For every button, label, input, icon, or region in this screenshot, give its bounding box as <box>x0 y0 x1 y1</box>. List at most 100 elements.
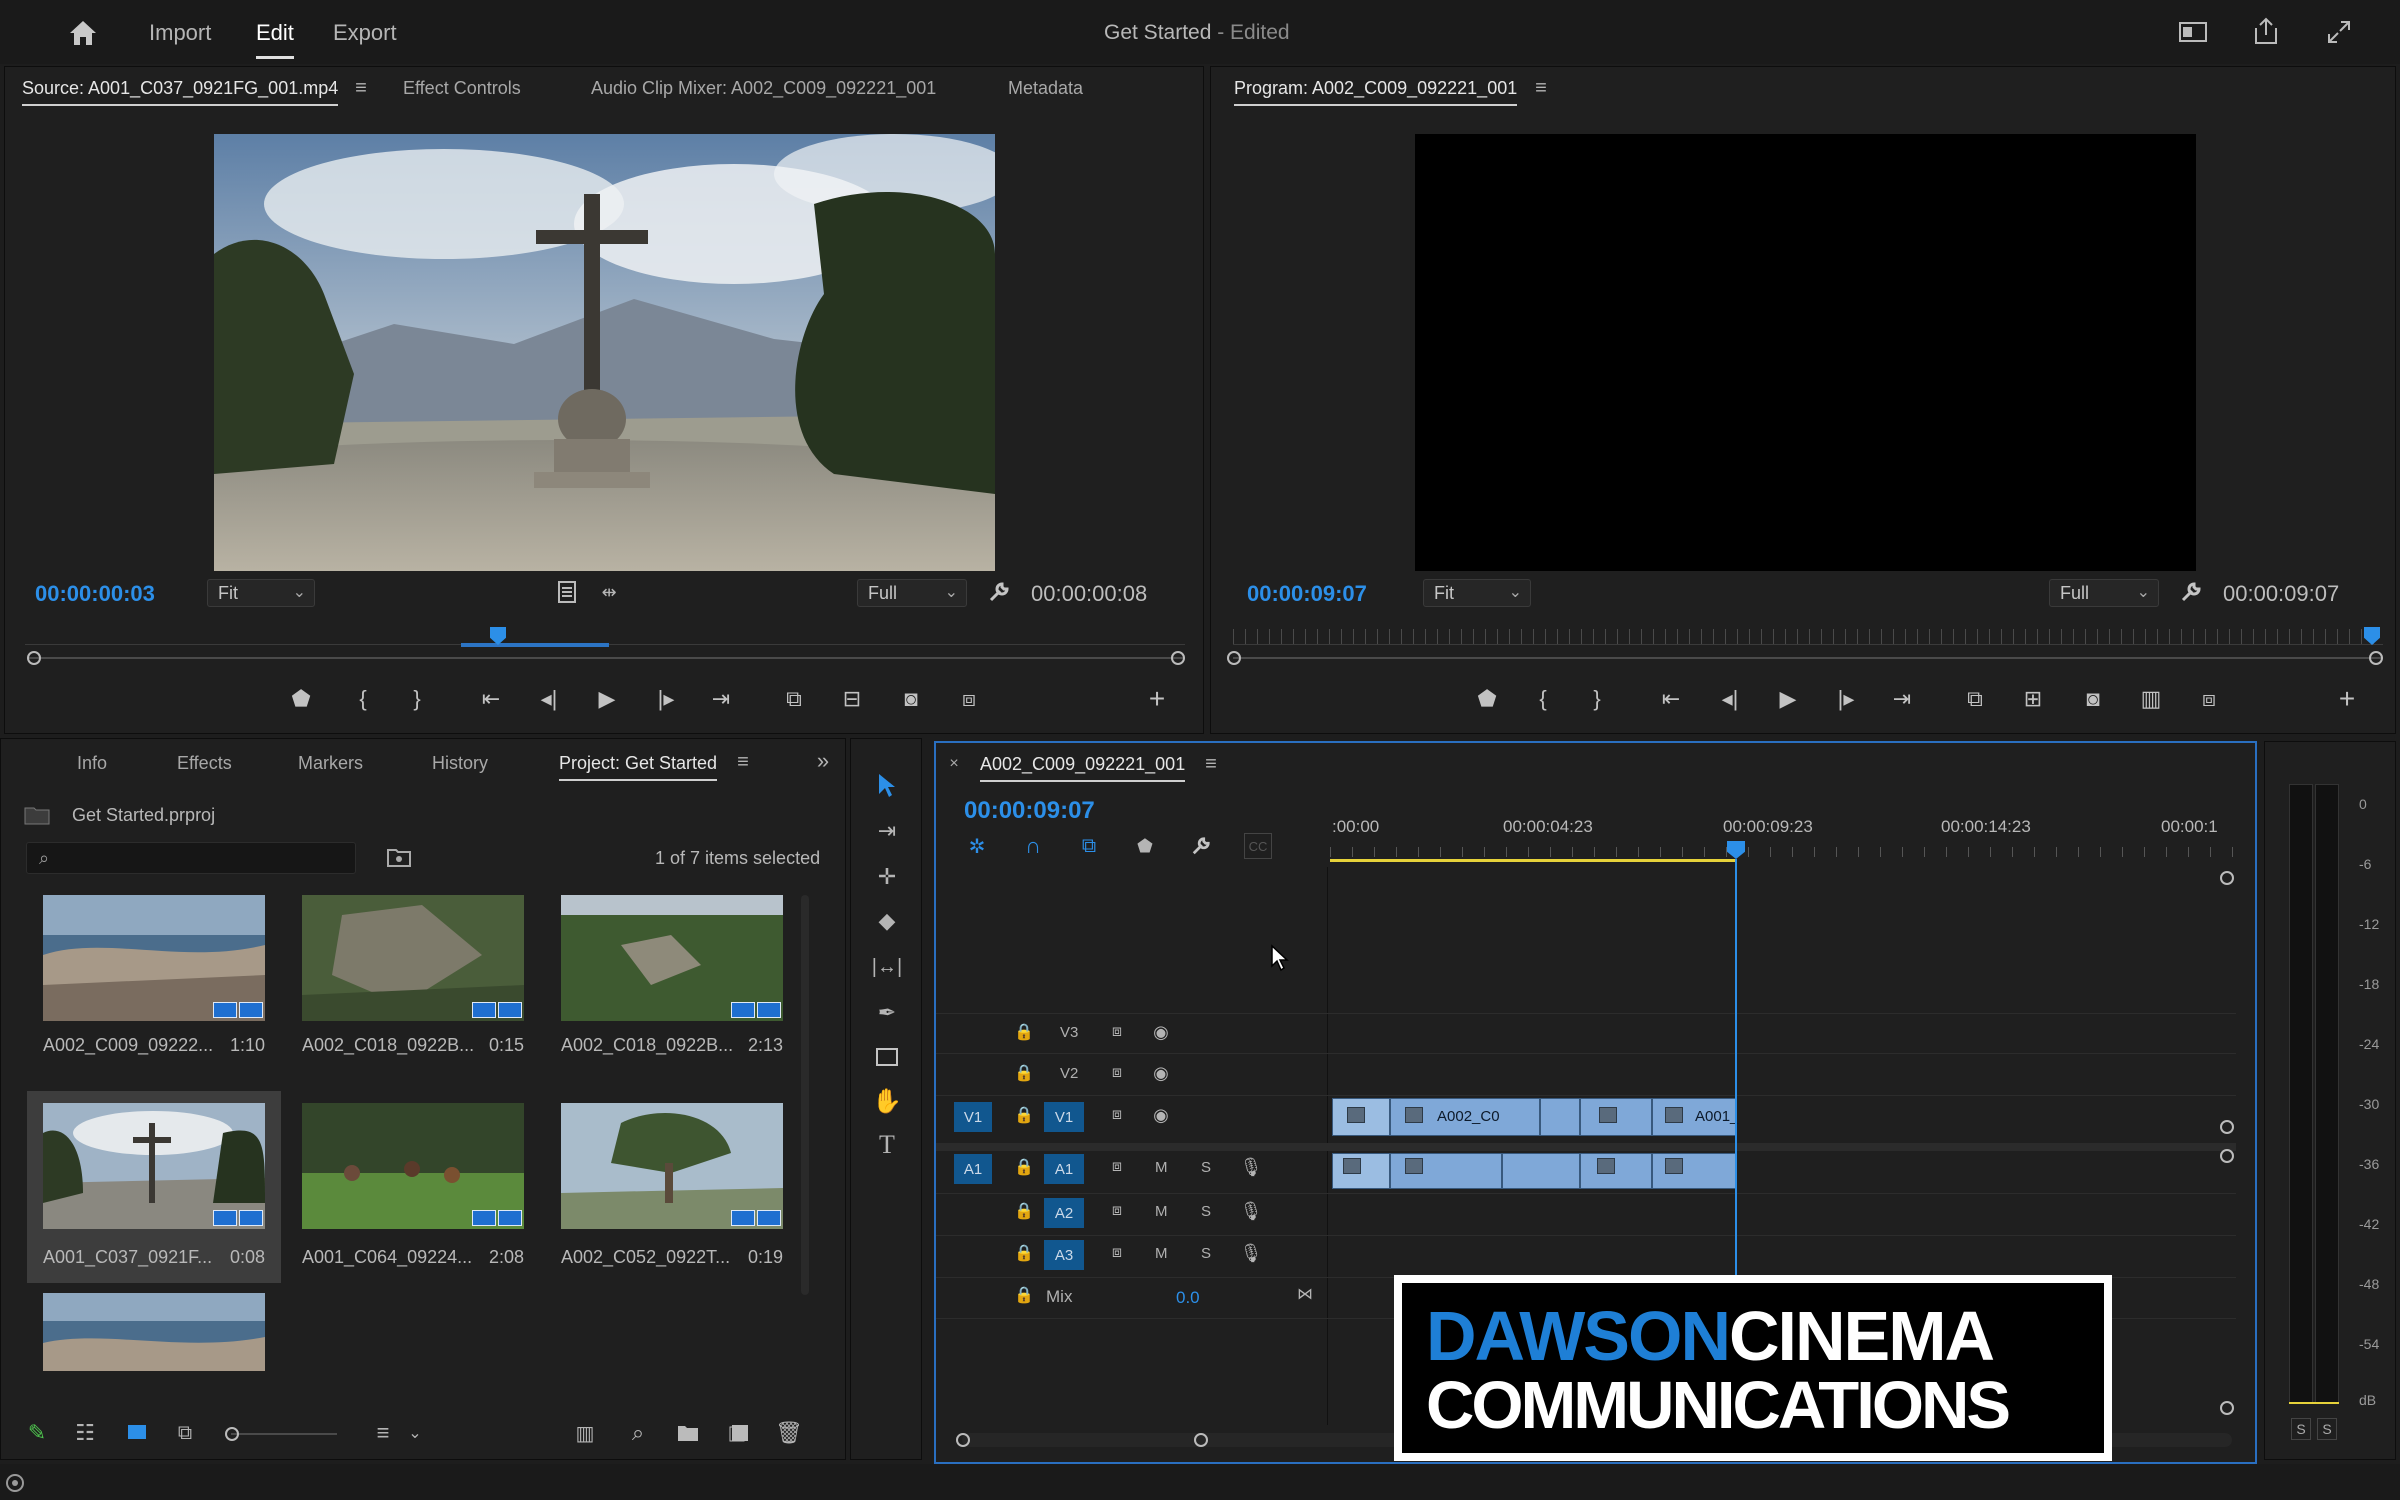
go-to-next-edit-icon[interactable]: ⋈ <box>1294 1283 1316 1305</box>
menu-import[interactable]: Import <box>149 20 211 46</box>
mark-out-icon[interactable]: } <box>401 683 433 715</box>
work-area-bar[interactable] <box>1330 859 1736 862</box>
button-editor-plus-icon[interactable]: + <box>2331 683 2363 715</box>
new-bin-icon[interactable] <box>674 1419 702 1447</box>
tab-source[interactable]: Source: A001_C037_0921FG_001.mp4 <box>22 78 339 106</box>
tab-project[interactable]: Project: Get Started <box>559 753 718 781</box>
rectangle-tool-icon[interactable] <box>871 1041 903 1073</box>
project-item[interactable] <box>27 1283 285 1371</box>
program-resolution-dropdown[interactable]: Full ⌄ <box>2049 579 2159 607</box>
track-target-a3[interactable]: A3 <box>1044 1240 1084 1270</box>
tab-effects[interactable]: Effects <box>177 753 232 774</box>
mute-button[interactable]: M <box>1155 1245 1168 1262</box>
sync-lock-icon[interactable]: ⧈ <box>1106 1157 1128 1177</box>
pen-tool-icon[interactable]: ✒ <box>871 997 903 1029</box>
wrench-icon[interactable] <box>1188 833 1214 859</box>
trash-icon[interactable]: 🗑 <box>775 1419 803 1447</box>
tab-audio-clip-mixer[interactable]: Audio Clip Mixer: A002_C009_092221_001 <box>591 78 936 99</box>
track-target-a1[interactable]: A1 <box>1044 1154 1084 1184</box>
timeline-zoom-handle-left[interactable] <box>956 1433 970 1447</box>
video-clip[interactable] <box>1332 1098 1390 1136</box>
source-patch-a1[interactable]: A1 <box>954 1154 992 1184</box>
video-scroll-handle[interactable] <box>2220 1120 2234 1134</box>
program-time-ruler[interactable] <box>1233 629 2383 645</box>
go-to-in-icon[interactable]: ⇤ <box>475 683 507 715</box>
go-to-in-icon[interactable]: ⇤ <box>1655 683 1687 715</box>
more-panels-chevron-icon[interactable]: » <box>811 748 835 773</box>
nest-icon[interactable]: ✲ <box>964 833 990 859</box>
insert-icon[interactable]: ⧉ <box>778 683 810 715</box>
solo-left-button[interactable]: S <box>2291 1418 2311 1440</box>
sync-lock-icon[interactable]: ⧈ <box>1106 1243 1128 1263</box>
timeline-zoom-handle-right[interactable] <box>1194 1433 1208 1447</box>
overwrite-icon[interactable]: ⊟ <box>836 683 868 715</box>
project-search-input[interactable]: ⌕ <box>26 842 356 874</box>
audio-clip[interactable] <box>1580 1153 1652 1189</box>
audio-scroll-handle[interactable] <box>2220 1149 2234 1163</box>
toggle-proxies-icon[interactable]: ⧈ <box>2193 683 2225 715</box>
new-item-icon[interactable] <box>725 1419 753 1447</box>
icon-view-icon[interactable] <box>123 1419 151 1447</box>
tab-history[interactable]: History <box>432 753 488 774</box>
solo-button[interactable]: S <box>1201 1245 1211 1262</box>
tab-effect-controls[interactable]: Effect Controls <box>403 78 521 99</box>
wrench-icon[interactable] <box>2177 578 2205 606</box>
video-clip[interactable]: A001_ <box>1652 1098 1738 1136</box>
video-clip[interactable]: A002_C0 <box>1390 1098 1540 1136</box>
source-playhead-timecode[interactable]: 00:00:00:03 <box>35 581 155 607</box>
captions-icon[interactable]: CC <box>1244 833 1272 859</box>
source-panel-menu-icon[interactable]: ≡ <box>350 77 372 99</box>
track-select-tool-icon[interactable]: ⇥ <box>871 815 903 847</box>
automate-to-sequence-icon[interactable]: ▥ <box>571 1419 599 1447</box>
play-icon[interactable]: ▶ <box>1772 683 1804 715</box>
video-audio-divider[interactable] <box>936 1143 2236 1151</box>
zoom-slider[interactable] <box>231 1433 337 1435</box>
hand-tool-icon[interactable]: ✋ <box>871 1085 903 1117</box>
solo-right-button[interactable]: S <box>2317 1418 2337 1440</box>
step-forward-icon[interactable]: |▸ <box>1830 683 1862 715</box>
selection-tool-icon[interactable] <box>871 769 903 801</box>
menu-edit[interactable]: Edit <box>256 20 294 46</box>
find-icon[interactable]: ⌕ <box>624 1419 652 1447</box>
tab-program[interactable]: Program: A002_C009_092221_001 <box>1234 78 1518 106</box>
tab-info[interactable]: Info <box>77 753 107 774</box>
menu-export[interactable]: Export <box>333 20 397 46</box>
video-clip[interactable] <box>1540 1098 1580 1136</box>
track-target-a2[interactable]: A2 <box>1044 1198 1084 1228</box>
mute-button[interactable]: M <box>1155 1159 1168 1176</box>
program-scrollbar[interactable] <box>1233 657 2383 659</box>
extract-icon[interactable]: ⊞ <box>2017 683 2049 715</box>
pencil-icon[interactable]: ✎ <box>23 1419 51 1447</box>
audio-clip[interactable] <box>1390 1153 1502 1189</box>
sync-lock-icon[interactable]: ⧈ <box>1106 1201 1128 1221</box>
microphone-icon[interactable]: 🎙 <box>1240 1242 1263 1264</box>
mark-in-icon[interactable]: { <box>347 683 379 715</box>
source-scroll-handle-left[interactable] <box>27 651 41 665</box>
lock-icon[interactable]: 🔒 <box>1014 1201 1034 1221</box>
sync-lock-icon[interactable]: ⧈ <box>1106 1063 1128 1083</box>
drag-video-audio-icon[interactable]: ⇹ <box>595 579 623 605</box>
export-frame-icon[interactable]: ◙ <box>2077 683 2109 715</box>
audio-clip[interactable] <box>1652 1153 1736 1189</box>
type-tool-icon[interactable]: T <box>871 1129 903 1161</box>
project-item[interactable]: A001_C064_09224... 2:08 <box>285 1091 543 1283</box>
audio-clip[interactable] <box>1502 1153 1580 1189</box>
solo-button[interactable]: S <box>1201 1203 1211 1220</box>
lock-icon[interactable]: 🔒 <box>1014 1243 1034 1263</box>
export-frame-icon[interactable]: ◙ <box>895 683 927 715</box>
microphone-icon[interactable]: 🎙 <box>1240 1156 1263 1178</box>
tab-sequence[interactable]: A002_C009_092221_001 <box>980 754 1186 782</box>
track-target-v1[interactable]: V1 <box>1044 1102 1084 1132</box>
eye-icon[interactable]: ◉ <box>1150 1063 1172 1083</box>
button-editor-plus-icon[interactable]: + <box>1141 683 1173 715</box>
source-zoom-dropdown[interactable]: Fit ⌄ <box>207 579 315 607</box>
settings-clip-icon[interactable] <box>554 579 580 605</box>
go-to-out-icon[interactable]: ⇥ <box>1886 683 1918 715</box>
program-zoom-dropdown[interactable]: Fit ⌄ <box>1423 579 1531 607</box>
comparison-view-icon[interactable]: ▥ <box>2135 683 2167 715</box>
project-item-selected[interactable]: A001_C037_0921F... 0:08 <box>27 1091 281 1283</box>
microphone-icon[interactable]: 🎙 <box>1240 1200 1263 1222</box>
home-icon[interactable] <box>66 16 100 50</box>
sort-icons-icon[interactable]: ≡ <box>369 1419 397 1447</box>
video-clip[interactable] <box>1580 1098 1652 1136</box>
